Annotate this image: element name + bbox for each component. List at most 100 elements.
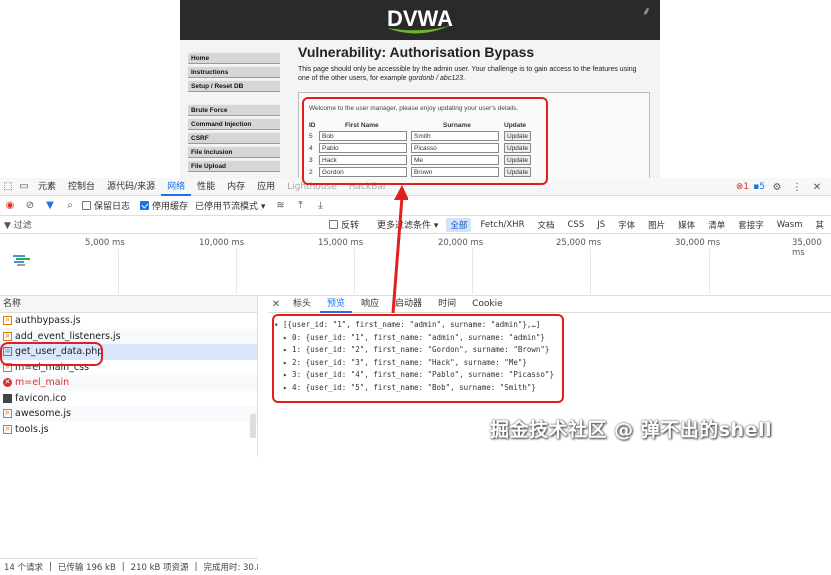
example-credentials: gordonb / abc123 [408, 75, 464, 82]
tab-timing[interactable]: 时间 [431, 296, 463, 313]
annotation-box-preview [272, 314, 564, 403]
network-toolbar: ◉ ⊘ ▼ ⌕ 保留日志 停用缓存 已停用节流模式 ▾ ≋ ⤒ ⤓ [0, 196, 831, 216]
tab-sources[interactable]: 源代码/来源 [101, 178, 161, 196]
error-count-icon[interactable]: ⊗1 [736, 182, 749, 192]
dvwa-menu: Home Instructions Setup / Reset DB Brute… [188, 52, 280, 174]
filter-bar: ▼ 过滤 反转 更多过滤条件 ▾ 全部 Fetch/XHR 文档 CSS JS … [0, 216, 831, 234]
tab-preview[interactable]: 预览 [320, 296, 353, 313]
filter-js[interactable]: JS [593, 219, 609, 231]
js-file-icon: js [3, 424, 12, 434]
message-count-icon[interactable]: ▪5 [753, 182, 765, 192]
js-file-icon: js [3, 409, 12, 419]
filter-all[interactable]: 全部 [446, 217, 472, 232]
resource-size: 210 kB 项资源 [130, 563, 189, 573]
tab-elements[interactable]: 元素 [32, 178, 62, 196]
filter-input[interactable]: ▼ 过滤 [4, 218, 324, 231]
filter-doc[interactable]: 文档 [533, 218, 558, 232]
settings-gear-icon[interactable]: ⚙ [769, 179, 785, 195]
filter-fetch-xhr[interactable]: Fetch/XHR [476, 219, 528, 231]
tab-headers[interactable]: 标头 [286, 296, 318, 313]
dvwa-menu-home[interactable]: Home [188, 52, 280, 64]
device-toolbar-icon[interactable]: ▭ [16, 179, 32, 195]
tab-memory[interactable]: 内存 [221, 178, 251, 196]
network-conditions-icon[interactable]: ≋ [272, 198, 288, 214]
record-icon[interactable]: ◉ [2, 198, 18, 214]
tab-console[interactable]: 控制台 [62, 178, 101, 196]
filter-wasm[interactable]: Wasm [773, 219, 807, 231]
js-file-icon: js [3, 331, 12, 341]
dvwa-menu-brute-force[interactable]: Brute Force [188, 104, 280, 116]
network-timeline[interactable]: 5,000 ms 10,000 ms 15,000 ms 20,000 ms 2… [0, 234, 831, 296]
tab-network[interactable]: 网络 [161, 178, 192, 196]
request-list: 名称 js authbypass.js js add_event_listeners… [0, 296, 258, 575]
dvwa-corner-logo: ⸙ [642, 4, 652, 18]
timeline-tick: 10,000 ms [199, 238, 245, 248]
more-options-icon[interactable]: ⋮ [789, 179, 805, 195]
timeline-bar [16, 258, 30, 260]
filter-other[interactable]: 其 [812, 218, 829, 232]
filter-media[interactable]: 媒体 [674, 218, 699, 232]
filter-css[interactable]: CSS [564, 219, 589, 231]
export-har-icon[interactable]: ⤓ [312, 198, 328, 214]
name-column-header[interactable]: 名称 [0, 296, 257, 313]
devtools-status-icons: ⊗1 ▪5 ⚙ ⋮ ✕ [736, 178, 825, 196]
watermark-text: 掘金技术社区 @ 弹不出的shell [490, 419, 772, 441]
timeline-tick: 35,000 ms [792, 238, 822, 258]
network-status-bar: 14 个请求 | 已传输 196 kB | 210 kB 项资源 | 完成用时: 30… [0, 558, 258, 575]
list-scrollbar[interactable] [250, 414, 256, 438]
dvwa-menu-command-injection[interactable]: Command Injection [188, 118, 280, 130]
search-icon[interactable]: ⌕ [62, 198, 78, 214]
timeline-tick: 15,000 ms [318, 238, 364, 248]
throttle-select[interactable]: 已停用节流模式 ▾ [192, 199, 268, 212]
timeline-tick: 5,000 ms [85, 238, 125, 248]
finish-time: 完成用时: 30.8 [203, 563, 258, 573]
dvwa-menu-setup[interactable]: Setup / Reset DB [188, 80, 280, 92]
import-har-icon[interactable]: ⤒ [292, 198, 308, 214]
filter-socket[interactable]: 套接字 [734, 218, 768, 232]
filter-font[interactable]: 字体 [614, 218, 639, 232]
transferred-size: 已传输 196 kB [57, 563, 116, 573]
error-icon: ✕ [3, 378, 12, 388]
dvwa-menu-file-upload[interactable]: File Upload [188, 160, 280, 172]
invert-checkbox[interactable]: 反转 [329, 218, 359, 231]
filter-icon: ▼ [4, 221, 11, 231]
close-detail-icon[interactable]: ✕ [268, 296, 284, 312]
close-icon[interactable]: ✕ [809, 179, 825, 195]
annotation-arrow [391, 185, 408, 314]
timeline-bar [17, 264, 25, 266]
annotation-box-user-table [302, 97, 548, 185]
inspect-element-icon[interactable]: ⬚ [0, 179, 16, 195]
tab-performance[interactable]: 性能 [191, 178, 221, 196]
page-title: Vulnerability: Authorisation Bypass [298, 44, 535, 60]
timeline-tick: 20,000 ms [438, 238, 484, 248]
preserve-log-checkbox[interactable]: 保留日志 [82, 199, 130, 212]
timeline-bar [14, 261, 24, 263]
dvwa-logo: DVWA [387, 6, 461, 34]
list-item[interactable]: js tools.js [0, 422, 257, 438]
js-file-icon: js [3, 316, 12, 326]
filter-img[interactable]: 图片 [644, 218, 669, 232]
dvwa-header: DVWA ⸙ [180, 0, 660, 40]
list-item[interactable]: ✕ m=el_main [0, 375, 257, 391]
list-item[interactable]: js awesome.js [0, 406, 257, 422]
dvwa-menu-csrf[interactable]: CSRF [188, 132, 280, 144]
disable-cache-checkbox[interactable]: 停用缓存 [140, 199, 188, 212]
dvwa-main: Vulnerability: Authorisation Bypass This… [298, 44, 654, 178]
clear-icon[interactable]: ⊘ [22, 198, 38, 214]
timeline-tick: 25,000 ms [556, 238, 602, 248]
image-icon [3, 393, 12, 403]
dvwa-menu-instructions[interactable]: Instructions [188, 66, 280, 78]
tab-application[interactable]: 应用 [251, 178, 281, 196]
request-count: 14 个请求 [4, 563, 44, 573]
timeline-bar [13, 255, 25, 257]
list-item[interactable]: js authbypass.js [0, 313, 257, 329]
filter-icon[interactable]: ▼ [42, 198, 58, 214]
svg-text:DVWA: DVWA [387, 6, 453, 31]
timeline-tick: 30,000 ms [675, 238, 721, 248]
page-description: This page should only be accessible by t… [298, 66, 637, 82]
tab-cookies[interactable]: Cookie [465, 296, 510, 313]
filter-manifest[interactable]: 清单 [704, 218, 729, 232]
detail-tab-bar: ✕ 标头 预览 响应 启动器 时间 Cookie [268, 296, 831, 313]
dvwa-menu-file-inclusion[interactable]: File Inclusion [188, 146, 280, 158]
list-item[interactable]: favicon.ico [0, 391, 257, 407]
